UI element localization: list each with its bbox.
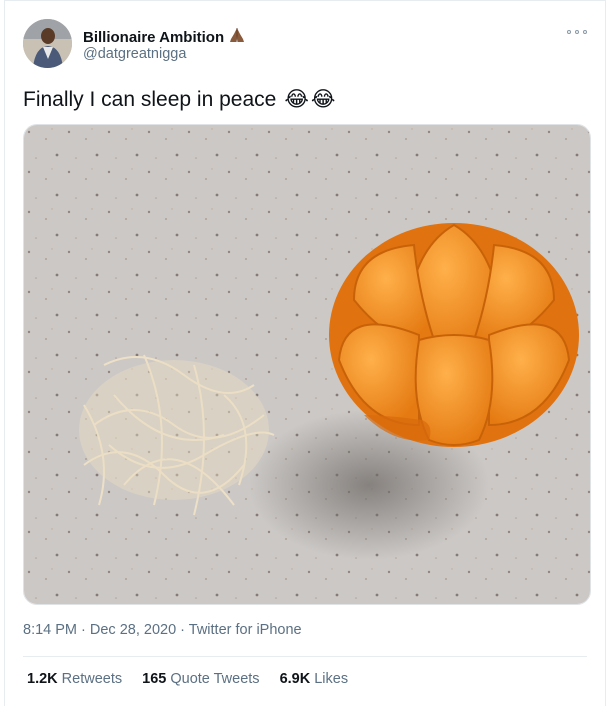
quote-tweets-count: 165	[142, 671, 167, 687]
avatar-photo	[23, 19, 72, 68]
author-name-row[interactable]: Billionaire Ambition	[83, 27, 246, 47]
tweet-text: Finally I can sleep in peace	[23, 87, 277, 111]
more-options-icon[interactable]	[567, 25, 587, 39]
tweet-card: Billionaire Ambition @datgreatnigga Fina…	[4, 0, 606, 706]
divider	[23, 656, 587, 657]
tears-of-joy-icon: 😂	[284, 88, 309, 111]
praying-hands-icon	[228, 27, 246, 47]
likes-label: Likes	[314, 671, 349, 687]
retweets-count: 1.2K	[27, 671, 58, 687]
likes-stat[interactable]: 6.9K Likes	[280, 671, 349, 687]
tweet-photo[interactable]	[23, 124, 591, 605]
author-name[interactable]: Billionaire Ambition	[83, 29, 224, 46]
avatar[interactable]	[23, 19, 72, 68]
quote-tweets-label: Quote Tweets	[170, 671, 260, 687]
quote-tweets-stat[interactable]: 165 Quote Tweets	[142, 671, 259, 687]
tweet-text-row: Finally I can sleep in peace 😂 😂	[23, 87, 335, 112]
engagement-stats: 1.2K Retweets 165 Quote Tweets 6.9K Like…	[27, 671, 348, 687]
retweets-stat[interactable]: 1.2K Retweets	[27, 671, 122, 687]
likes-count: 6.9K	[279, 671, 311, 687]
retweets-label: Retweets	[61, 671, 123, 687]
peeled-tangerine-photo	[24, 125, 590, 604]
author-handle[interactable]: @datgreatnigga	[83, 46, 186, 62]
tweet-timestamp[interactable]: 8:14 PM · Dec 28, 2020 · Twitter for iPh…	[23, 622, 302, 638]
tears-of-joy-icon: 😂	[310, 88, 336, 111]
